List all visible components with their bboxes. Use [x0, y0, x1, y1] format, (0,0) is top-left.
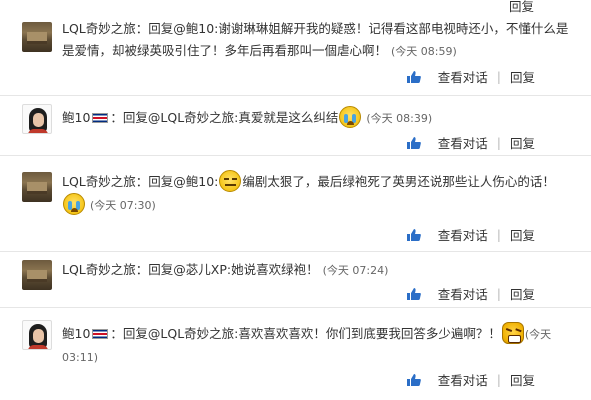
- crying-emoji-icon: [339, 106, 362, 128]
- reply-link[interactable]: 回复: [510, 133, 535, 152]
- view-conversation-link[interactable]: 查看对话: [438, 284, 488, 303]
- comment-text: 鲍10 ：回复@LQL奇妙之旅:真爱就是这么纠结 (今天 08:39): [62, 106, 579, 130]
- crying-emoji-icon: [63, 193, 85, 215]
- comment-body-cont: 编剧太狠了，最后绿袍死了英男还说那些让人伤心的话！: [242, 174, 555, 189]
- thumbs-up-icon[interactable]: [406, 70, 422, 84]
- thumbs-up-icon[interactable]: [406, 136, 422, 150]
- comment-actions: 查看对话 | 回复: [406, 284, 535, 303]
- comment-time-cont: 03:11): [62, 351, 98, 364]
- avatar-face: [33, 113, 44, 127]
- flag-icon: [92, 113, 109, 123]
- thumbs-up-icon[interactable]: [406, 373, 422, 387]
- avatar[interactable]: [22, 260, 52, 290]
- comment-item: LQL奇妙之旅：回复@鲍10:谢谢琳琳姐解开我的疑惑！记得看这部电视時还小，不懂…: [0, 12, 591, 96]
- view-conversation-link[interactable]: 查看对话: [438, 370, 488, 389]
- angry-emoji-icon: [501, 322, 524, 344]
- action-separator: |: [496, 135, 501, 150]
- comment-time: (今天 07:24): [322, 264, 389, 277]
- action-separator: |: [496, 372, 501, 387]
- comment-body-line2: 是爱情，却被绿英吸引住了！多年后再看那叫一個虐心啊！: [62, 43, 388, 58]
- comment-text: LQL奇妙之旅：回复@苾儿XP:她说喜欢绿袍！ (今天 07:24): [62, 259, 579, 282]
- comment-body: ：回复@鲍10:: [135, 174, 219, 189]
- comment-text: LQL奇妙之旅：回复@鲍10:谢谢琳琳姐解开我的疑惑！记得看这部电视時还小，不懂…: [62, 18, 579, 63]
- comment-item: 鲍10 ：回复@LQL奇妙之旅:真爱就是这么纠结 (今天 08:39) 查看对话 …: [0, 96, 591, 156]
- comment-body: ：回复@鲍10:谢谢琳琳姐解开我的疑惑！记得看这部电视時还小，不懂什么是: [135, 21, 569, 36]
- comment-body: ：回复@苾儿XP:她说喜欢绿袍！: [135, 262, 319, 277]
- flag-icon: [92, 329, 109, 339]
- thumbs-up-icon[interactable]: [406, 287, 422, 301]
- comment-text: LQL奇妙之旅：回复@鲍10: 编剧太狠了，最后绿袍死了英男还说那些让人伤心的话！…: [62, 170, 579, 217]
- reply-link[interactable]: 回复: [510, 225, 535, 244]
- action-separator: |: [496, 69, 501, 84]
- reply-link[interactable]: 回复: [510, 67, 535, 86]
- view-conversation-link[interactable]: 查看对话: [438, 225, 488, 244]
- comment-author[interactable]: LQL奇妙之旅: [62, 262, 136, 277]
- comment-item: LQL奇妙之旅：回复@苾儿XP:她说喜欢绿袍！ (今天 07:24) 查看对话 …: [0, 252, 591, 308]
- comment-time: (今天: [524, 328, 552, 341]
- view-conversation-link[interactable]: 查看对话: [438, 133, 488, 152]
- comment-actions: 查看对话 | 回复: [406, 133, 535, 152]
- meh-emoji-icon: [219, 170, 242, 192]
- view-conversation-link[interactable]: 查看对话: [438, 67, 488, 86]
- action-separator: |: [496, 286, 501, 301]
- comment-item: 鲍10 ：回复@LQL奇妙之旅:喜欢喜欢喜欢！你们到底要我回答多少遍啊？！ (今天 …: [0, 308, 591, 400]
- avatar-body: [28, 345, 48, 349]
- comment-author[interactable]: LQL奇妙之旅: [62, 174, 136, 189]
- comment-item: LQL奇妙之旅：回复@鲍10: 编剧太狠了，最后绿袍死了英男还说那些让人伤心的话！…: [0, 156, 591, 252]
- avatar[interactable]: [22, 22, 52, 52]
- comment-time: (今天 08:39): [366, 112, 433, 125]
- avatar[interactable]: [22, 320, 52, 350]
- reply-link[interactable]: 回复: [510, 370, 535, 389]
- avatar-face: [33, 329, 44, 343]
- comment-time: (今天 08:59): [391, 45, 457, 58]
- comment-time: (今天 07:30): [89, 199, 156, 212]
- comment-author[interactable]: 鲍10: [62, 326, 90, 341]
- avatar[interactable]: [22, 104, 52, 134]
- action-separator: |: [496, 227, 501, 242]
- reply-link[interactable]: 回复: [510, 284, 535, 303]
- comment-actions: 查看对话 | 回复: [406, 370, 535, 389]
- thumbs-up-icon[interactable]: [406, 228, 422, 242]
- avatar[interactable]: [22, 172, 52, 202]
- comment-text: 鲍10 ：回复@LQL奇妙之旅:喜欢喜欢喜欢！你们到底要我回答多少遍啊？！ (今天 …: [62, 322, 579, 369]
- comment-actions: 查看对话 | 回复: [406, 67, 535, 86]
- comment-body: ：回复@LQL奇妙之旅:喜欢喜欢喜欢！你们到底要我回答多少遍啊？！: [110, 326, 501, 341]
- comment-body: ：回复@LQL奇妙之旅:真爱就是这么纠结: [110, 110, 339, 125]
- comment-author[interactable]: LQL奇妙之旅: [62, 21, 136, 36]
- comment-author[interactable]: 鲍10: [62, 110, 90, 125]
- avatar-body: [28, 129, 48, 133]
- comment-actions: 查看对话 | 回复: [406, 225, 535, 244]
